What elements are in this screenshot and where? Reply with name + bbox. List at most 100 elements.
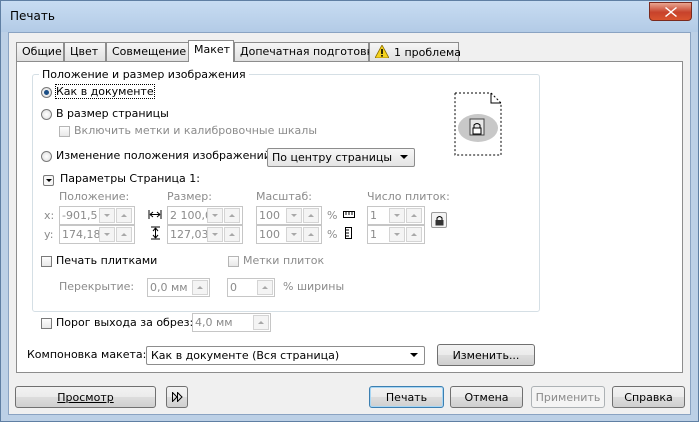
preview-label: Просмотр	[57, 391, 114, 404]
page-preview-icon	[454, 92, 502, 156]
decrement-button[interactable]	[207, 227, 223, 242]
increment-button[interactable]	[253, 315, 269, 330]
marks-checkbox[interactable]	[59, 126, 70, 137]
increment-button[interactable]	[192, 280, 208, 295]
overlap-input[interactable]: 0,0 мм	[147, 278, 210, 297]
decrement-button[interactable]	[286, 227, 302, 242]
edit-imposition-button[interactable]: Изменить...	[437, 344, 535, 366]
position-y-input[interactable]: 174,18	[59, 225, 135, 244]
layout-tab-panel: Положение и размер изображения Как в док…	[16, 61, 683, 373]
tab-color[interactable]: Цвет	[64, 42, 106, 61]
tile-marks-label: Метки плиток	[243, 254, 325, 267]
overlap-label: Перекрытие:	[59, 280, 135, 293]
tab-separations[interactable]: Совмещение	[106, 42, 189, 61]
y-label: y:	[44, 228, 54, 241]
reposition-radio[interactable]	[41, 151, 52, 162]
reposition-select[interactable]: По центру страницы	[267, 148, 415, 167]
height-value: 127,03	[170, 228, 209, 241]
chevron-down-icon	[410, 353, 418, 357]
scale-y-value: 100	[259, 228, 280, 241]
chevron-down-icon	[400, 155, 408, 159]
width-percent-label: % ширины	[283, 280, 345, 293]
help-button[interactable]: Справка	[612, 386, 685, 408]
edit-imposition-label: Изменить...	[452, 349, 520, 362]
decrement-button[interactable]	[207, 208, 223, 223]
decrement-button[interactable]	[99, 208, 115, 223]
scale-y-percent: %	[327, 228, 338, 241]
bleed-value: 4,0 мм	[195, 316, 233, 329]
apply-button[interactable]: Применить	[531, 386, 605, 408]
tab-prepress[interactable]: Допечатная подготовка	[234, 42, 380, 61]
print-button[interactable]: Печать	[369, 386, 444, 408]
print-dialog: Печать Общие Цвет Совмещение Макет Допеч…	[0, 0, 699, 422]
overlap-percent-input[interactable]: 0	[227, 278, 275, 297]
fit-page-radio[interactable]	[41, 109, 52, 120]
help-label: Справка	[624, 391, 673, 404]
expand-preview-button[interactable]	[166, 386, 188, 408]
increment-button[interactable]	[303, 227, 319, 242]
cancel-button[interactable]: Отмена	[450, 386, 523, 408]
tab-general[interactable]: Общие	[16, 42, 64, 61]
tiles-y-value: 1	[370, 228, 377, 241]
marks-label: Включить метки и калибровочные шкалы	[74, 124, 318, 137]
tiles-y-input[interactable]: 1	[367, 225, 425, 244]
tiles-x-value: 1	[370, 209, 377, 222]
lock-button[interactable]	[431, 212, 447, 228]
increment-button[interactable]	[224, 227, 240, 242]
x-label: x:	[44, 209, 55, 222]
decrement-button[interactable]	[99, 227, 115, 242]
reposition-label[interactable]: Изменение положения изображений на:	[56, 149, 292, 162]
height-icon	[151, 226, 160, 240]
size-column-label: Размер:	[167, 190, 212, 203]
width-input[interactable]: 2 100,0	[167, 206, 243, 225]
window-title: Печать	[10, 9, 55, 23]
as-document-radio[interactable]	[41, 87, 52, 98]
bleed-checkbox[interactable]	[41, 318, 52, 329]
fit-page-label[interactable]: В размер страницы	[56, 107, 169, 120]
scale-y-input[interactable]: 100	[256, 225, 322, 244]
position-y-value: 174,18	[62, 228, 101, 241]
increment-button[interactable]	[116, 227, 132, 242]
scale-x-input[interactable]: 100	[256, 206, 322, 225]
warning-icon	[375, 45, 389, 58]
page-params-expand-button[interactable]	[43, 175, 54, 186]
double-arrow-right-icon	[172, 392, 183, 402]
group-title: Положение и размер изображения	[39, 68, 249, 81]
close-icon	[665, 7, 677, 17]
tile-print-checkbox[interactable]	[41, 256, 52, 267]
dialog-client-area: Общие Цвет Совмещение Макет Допечатная п…	[8, 32, 691, 415]
tab-layout[interactable]: Макет	[188, 40, 234, 62]
lock-icon	[435, 216, 444, 226]
tiles-x-input[interactable]: 1	[367, 206, 425, 225]
increment-button[interactable]	[224, 208, 240, 223]
imposition-select[interactable]: Как в документе (Вся страница)	[146, 346, 425, 365]
preview-button[interactable]: Просмотр	[15, 386, 156, 408]
bleed-label[interactable]: Порог выхода за обрез:	[56, 316, 193, 329]
horizontal-ruler-icon	[343, 211, 355, 218]
tab-issues-label: 1 проблема	[394, 46, 462, 59]
increment-button[interactable]	[303, 208, 319, 223]
increment-button[interactable]	[257, 280, 273, 295]
increment-button[interactable]	[406, 208, 422, 223]
tile-print-label[interactable]: Печать плитками	[56, 254, 157, 267]
position-column-label: Положение:	[59, 190, 130, 203]
decrement-button[interactable]	[389, 227, 405, 242]
width-icon	[148, 210, 162, 219]
increment-button[interactable]	[406, 227, 422, 242]
close-button[interactable]	[649, 2, 692, 21]
increment-button[interactable]	[116, 208, 132, 223]
title-bar[interactable]: Печать	[1, 1, 698, 32]
tile-marks-checkbox[interactable]	[228, 256, 239, 267]
decrement-button[interactable]	[286, 208, 302, 223]
tab-issues[interactable]: 1 проблема	[369, 42, 462, 61]
height-input[interactable]: 127,03	[167, 225, 243, 244]
vertical-ruler-icon	[345, 227, 352, 239]
cancel-label: Отмена	[464, 391, 509, 404]
as-document-label[interactable]: Как в документе	[55, 84, 155, 99]
bleed-input[interactable]: 4,0 мм	[192, 313, 271, 332]
apply-label: Применить	[535, 391, 601, 404]
imposition-select-value: Как в документе (Вся страница)	[151, 349, 340, 362]
position-x-input[interactable]: -901,5	[59, 206, 135, 225]
decrement-button[interactable]	[389, 208, 405, 223]
position-x-value: -901,5	[62, 209, 98, 222]
